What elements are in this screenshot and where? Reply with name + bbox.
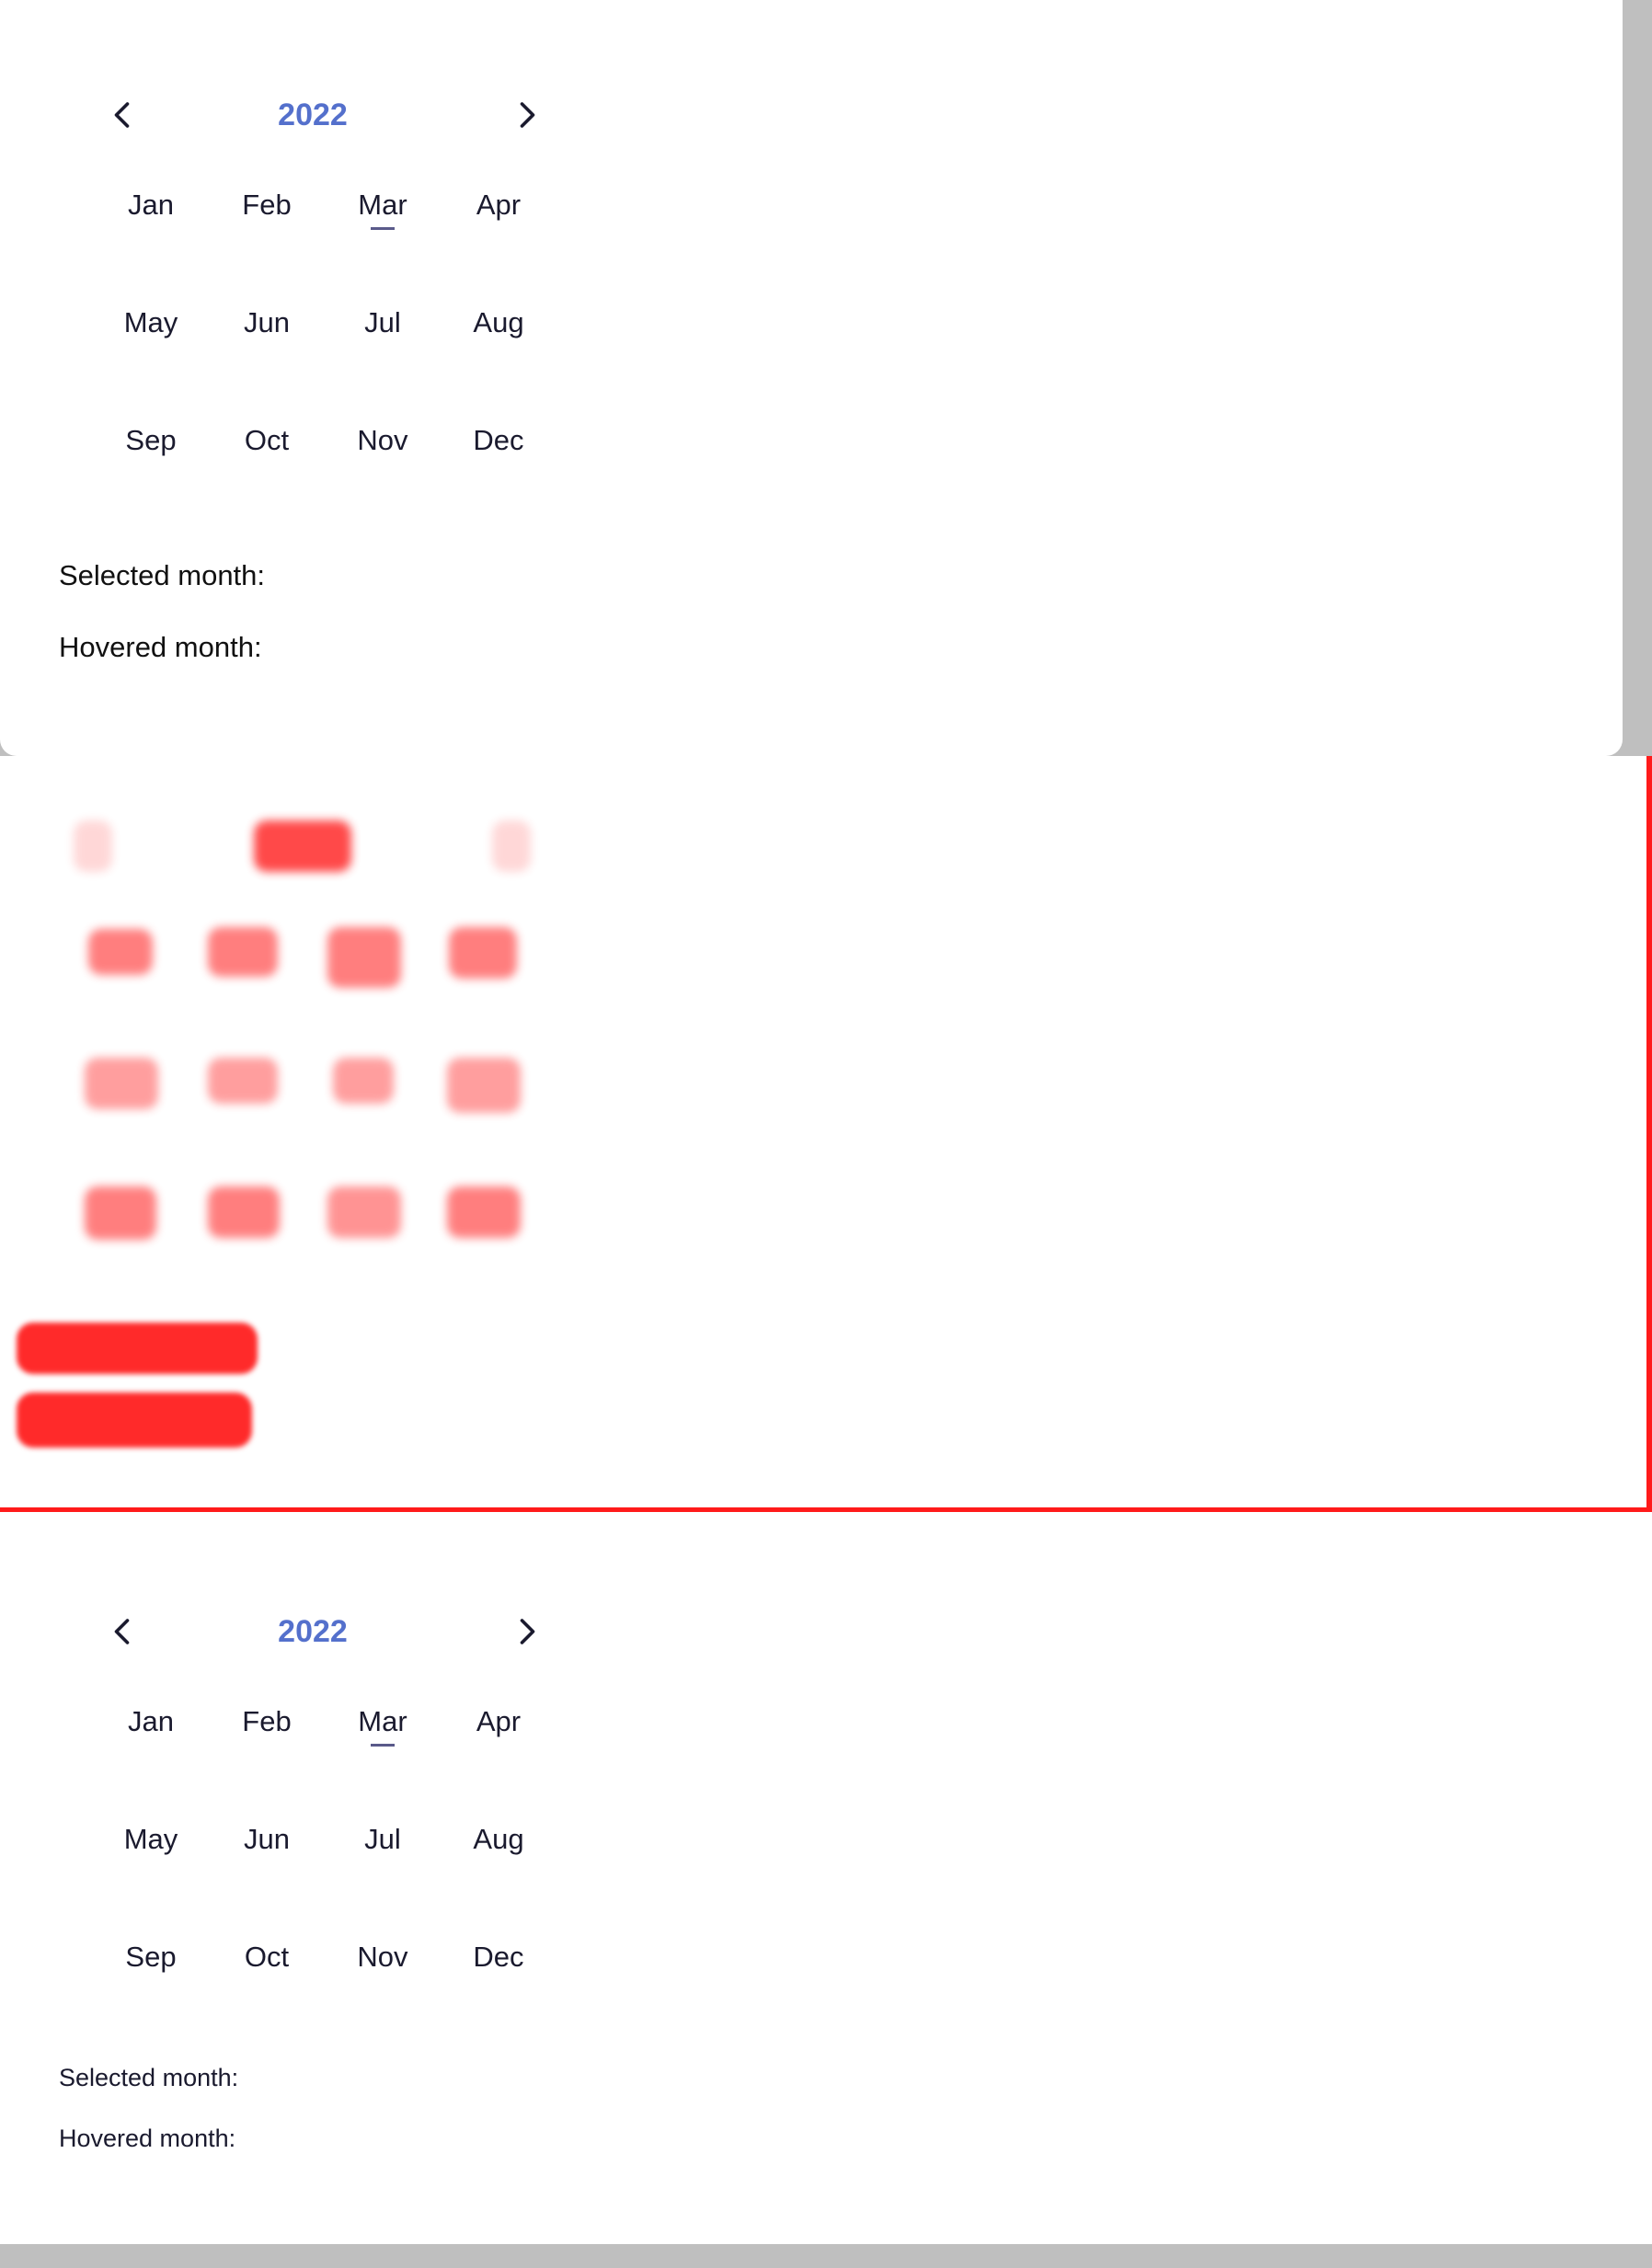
diff-blob (85, 1186, 156, 1240)
previous-year-button[interactable] (96, 1604, 151, 1659)
diff-blob (254, 820, 351, 872)
diff-blob (88, 929, 153, 975)
diff-blob (208, 1186, 280, 1238)
chevron-left-icon (114, 102, 130, 128)
month-dec[interactable]: Dec (441, 1931, 556, 2049)
month-jun[interactable]: Jun (209, 1814, 325, 1931)
previous-year-button[interactable] (96, 87, 151, 143)
month-jun[interactable]: Jun (209, 297, 325, 415)
diff-blob (327, 927, 401, 988)
month-picker-panel-top: 2022 Jan Feb Mar Apr May Jun Jul Aug Sep… (0, 0, 1623, 756)
month-may[interactable]: May (93, 1814, 209, 1931)
month-sep[interactable]: Sep (93, 415, 209, 533)
month-dec[interactable]: Dec (441, 415, 556, 533)
next-year-button[interactable] (499, 1604, 554, 1659)
diff-blob (449, 927, 517, 979)
diff-blob (327, 1186, 401, 1238)
month-oct[interactable]: Oct (209, 1931, 325, 2049)
calendar-header: 2022 (59, 1604, 567, 1659)
diff-blob-selected-label (17, 1323, 258, 1374)
calendar-header: 2022 (59, 87, 567, 143)
month-oct[interactable]: Oct (209, 415, 325, 533)
month-mar[interactable]: Mar (325, 179, 441, 297)
month-nov[interactable]: Nov (325, 415, 441, 533)
diff-blob (74, 820, 112, 872)
diff-blob (447, 1186, 521, 1238)
chevron-right-icon (520, 102, 535, 128)
month-feb[interactable]: Feb (209, 1696, 325, 1814)
month-nov[interactable]: Nov (325, 1931, 441, 2049)
month-jan[interactable]: Jan (93, 179, 209, 297)
month-aug[interactable]: Aug (441, 297, 556, 415)
month-feb[interactable]: Feb (209, 179, 325, 297)
diff-overlay-panel (0, 756, 1652, 1512)
month-apr[interactable]: Apr (441, 179, 556, 297)
diff-blob (447, 1058, 521, 1113)
diff-blob (492, 820, 531, 872)
diff-blob-hovered-label (17, 1392, 252, 1448)
month-aug[interactable]: Aug (441, 1814, 556, 1931)
month-grid: Jan Feb Mar Apr May Jun Jul Aug Sep Oct … (59, 1696, 567, 2049)
hovered-month-label: Hovered month: (59, 2125, 236, 2152)
selected-month-label: Selected month: (59, 2064, 239, 2091)
month-jan[interactable]: Jan (93, 1696, 209, 1814)
month-grid: Jan Feb Mar Apr May Jun Jul Aug Sep Oct … (59, 179, 567, 533)
month-sep[interactable]: Sep (93, 1931, 209, 2049)
month-mar[interactable]: Mar (325, 1696, 441, 1814)
diff-blob (208, 1058, 278, 1104)
month-jul[interactable]: Jul (325, 1814, 441, 1931)
hovered-month-label: Hovered month: (59, 631, 262, 663)
next-year-button[interactable] (499, 87, 554, 143)
selected-month-label: Selected month: (59, 559, 266, 591)
month-jul[interactable]: Jul (325, 297, 441, 415)
diff-blob (333, 1058, 394, 1104)
chevron-left-icon (114, 1619, 130, 1644)
month-apr[interactable]: Apr (441, 1696, 556, 1814)
diff-blob (208, 927, 278, 977)
diff-blob (85, 1058, 158, 1109)
month-may[interactable]: May (93, 297, 209, 415)
chevron-right-icon (520, 1619, 535, 1644)
month-picker-panel-bottom: 2022 Jan Feb Mar Apr May Jun Jul Aug Sep… (0, 1512, 1652, 2244)
